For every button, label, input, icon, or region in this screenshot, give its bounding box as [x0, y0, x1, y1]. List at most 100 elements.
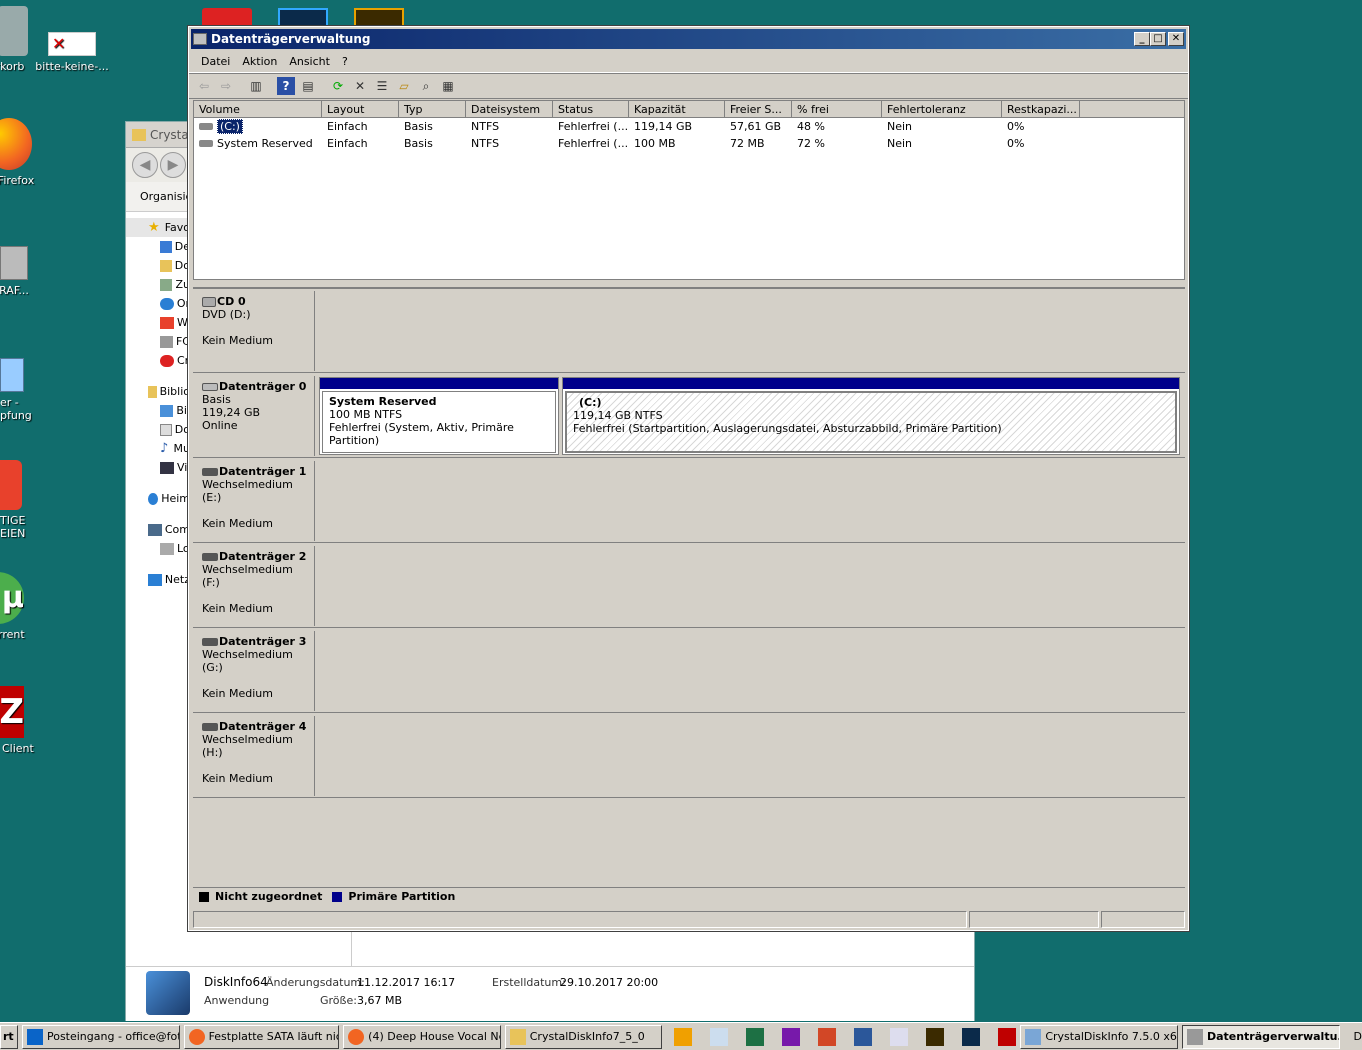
desktop-icon-app-red[interactable]: TIGE EIEN: [0, 460, 52, 540]
file-name: DiskInfo64: [204, 975, 268, 989]
tree-item[interactable]: Heim: [126, 489, 190, 508]
back-icon[interactable]: ⇦: [195, 77, 213, 95]
refresh-icon[interactable]: ⟳: [329, 77, 347, 95]
close-button[interactable]: ✕: [1168, 32, 1184, 46]
disk-row[interactable]: Datenträger 2 Wechselmedium (F:) Kein Me…: [193, 544, 1185, 628]
disk-row[interactable]: CD 0 DVD (D:) Kein Medium: [193, 289, 1185, 373]
maximize-button[interactable]: □: [1150, 32, 1166, 46]
disk-row[interactable]: Datenträger 4 Wechselmedium (H:) Kein Me…: [193, 714, 1185, 798]
title-bar: Datenträgerverwaltung _ □ ✕: [191, 29, 1186, 49]
tree-item[interactable]: Com: [126, 520, 190, 539]
filezilla-icon[interactable]: [998, 1027, 1017, 1046]
crystaldiskinfo-icon: [1025, 1028, 1042, 1045]
firefox-icon: [348, 1028, 365, 1045]
word-icon[interactable]: [854, 1027, 873, 1046]
menu-datei[interactable]: Datei: [195, 55, 236, 68]
partition-system-reserved[interactable]: System Reserved 100 MB NTFS Fehlerfrei (…: [319, 377, 559, 455]
menu-help[interactable]: ?: [336, 55, 354, 68]
app-icon: [160, 316, 174, 329]
tree-item[interactable]: Zu: [126, 275, 190, 294]
partition-c[interactable]: (C:) 119,14 GB NTFS Fehlerfrei (Startpar…: [562, 377, 1180, 455]
tree-item[interactable]: ★ Favo: [126, 218, 190, 237]
taskbar-disk-management[interactable]: Datenträgerverwaltu...: [1181, 1024, 1340, 1049]
menu-ansicht[interactable]: Ansicht: [283, 55, 336, 68]
bridge-icon[interactable]: [926, 1027, 945, 1046]
settings-icon[interactable]: ▦: [439, 77, 457, 95]
tree-item[interactable]: Cr: [126, 351, 190, 370]
desktop-icon-computer[interactable]: er - pfung: [0, 358, 52, 422]
column-volume[interactable]: Volume: [194, 101, 322, 117]
tree-item[interactable]: Do: [126, 420, 190, 439]
disk-row[interactable]: Datenträger 3 Wechselmedium (G:) Kein Me…: [193, 629, 1185, 713]
taskbar-folder[interactable]: CrystalDiskInfo7_5_0: [504, 1024, 663, 1049]
disk-row[interactable]: Datenträger 0 Basis 119,24 GB Online Sys…: [193, 374, 1185, 458]
tree-item[interactable]: De: [126, 237, 190, 256]
column-layout[interactable]: Layout: [322, 101, 399, 117]
minimize-button[interactable]: _: [1134, 32, 1150, 46]
status-bar: [193, 911, 1185, 928]
tree-item[interactable]: Or: [126, 294, 190, 313]
taskbar-firefox-1[interactable]: Festplatte SATA läuft nic...: [183, 1024, 340, 1049]
photoshop-icon[interactable]: [278, 8, 328, 28]
column-prozent-frei[interactable]: % frei: [792, 101, 882, 117]
app-icon-red[interactable]: [202, 8, 252, 28]
taskbar-outlook[interactable]: Posteingang - office@fot...: [21, 1024, 180, 1049]
document-icon[interactable]: [710, 1027, 729, 1046]
tree-item[interactable]: Do: [126, 256, 190, 275]
powerpoint-icon[interactable]: [818, 1027, 837, 1046]
forward-arrow-icon[interactable]: ▶: [160, 152, 186, 178]
bridge-icon[interactable]: [354, 8, 404, 28]
help-icon[interactable]: ?: [277, 77, 295, 95]
desktop-icon-utorrent[interactable]: µ rrent: [0, 572, 52, 641]
firefox-icon: [0, 118, 32, 170]
menu-aktion[interactable]: Aktion: [236, 55, 283, 68]
action-pane-icon[interactable]: ▤: [299, 77, 317, 95]
desktop-icon: [160, 240, 172, 253]
taskbar-crystaldiskinfo[interactable]: CrystalDiskInfo 7.5.0 x64: [1020, 1024, 1178, 1049]
desktop-icon-drive[interactable]: RAF...: [0, 246, 54, 297]
tree-item[interactable]: W: [126, 313, 190, 332]
desktop-icon-label: RAF...: [0, 284, 29, 297]
tree-item[interactable]: Netz: [126, 570, 190, 589]
tree-item[interactable]: Lo: [126, 539, 190, 558]
tree-item[interactable]: Bil: [126, 401, 190, 420]
notepad-icon[interactable]: [890, 1027, 909, 1046]
delete-icon[interactable]: ✕: [351, 77, 369, 95]
forward-icon[interactable]: ⇨: [217, 77, 235, 95]
tree-item[interactable]: FC: [126, 332, 190, 351]
taskbar: rt Posteingang - office@fot... Festplatt…: [0, 1022, 1362, 1050]
column-freier-speicher[interactable]: Freier S...: [725, 101, 792, 117]
folder-icon: [132, 128, 146, 141]
show-hide-console-icon[interactable]: ▥: [247, 77, 265, 95]
tree-item[interactable]: Biblio: [126, 382, 190, 401]
onenote-icon[interactable]: [782, 1027, 801, 1046]
tree-item[interactable]: Vi: [126, 458, 190, 477]
taskbar-firefox-2[interactable]: (4) Deep House Vocal Ne...: [343, 1024, 501, 1049]
removable-disk-icon: [202, 468, 218, 476]
disk-management-window: Datenträgerverwaltung _ □ ✕ Datei Aktion…: [187, 25, 1190, 932]
open-folder-icon[interactable]: ▱: [395, 77, 413, 95]
table-row[interactable]: (C:) Einfach Basis NTFS Fehlerfrei (... …: [194, 118, 1184, 135]
disk-label: Datenträger 4 Wechselmedium (H:) Kein Me…: [195, 716, 315, 796]
column-kapazitaet[interactable]: Kapazität: [629, 101, 725, 117]
search-icon[interactable]: ⌕: [417, 77, 435, 95]
photoshop-icon[interactable]: [962, 1027, 981, 1046]
start-button[interactable]: rt: [0, 1024, 18, 1049]
back-arrow-icon[interactable]: ◀: [132, 152, 158, 178]
disk-row[interactable]: Datenträger 1 Wechselmedium (E:) Kein Me…: [193, 459, 1185, 543]
media-player-icon[interactable]: [674, 1027, 693, 1046]
properties-icon[interactable]: ☰: [373, 77, 391, 95]
column-dateisystem[interactable]: Dateisystem: [466, 101, 553, 117]
videos-icon: [160, 461, 174, 474]
column-restkapazitaet[interactable]: Restkapazi...: [1002, 101, 1080, 117]
table-row[interactable]: System Reserved Einfach Basis NTFS Fehle…: [194, 135, 1184, 152]
desktop-icon-firefox[interactable]: Firefox: [0, 118, 56, 187]
tree-item[interactable]: ♪ Mu: [126, 439, 190, 458]
removable-disk-icon: [202, 638, 218, 646]
column-status[interactable]: Status: [553, 101, 629, 117]
desktop-icon-filezilla[interactable]: Z Client: [0, 686, 52, 755]
column-fehlertoleranz[interactable]: Fehlertoleranz: [882, 101, 1002, 117]
column-typ[interactable]: Typ: [399, 101, 466, 117]
excel-icon[interactable]: [746, 1027, 765, 1046]
desktop-icon-shortcut[interactable]: ✕ bitte-keine-...: [32, 32, 112, 73]
